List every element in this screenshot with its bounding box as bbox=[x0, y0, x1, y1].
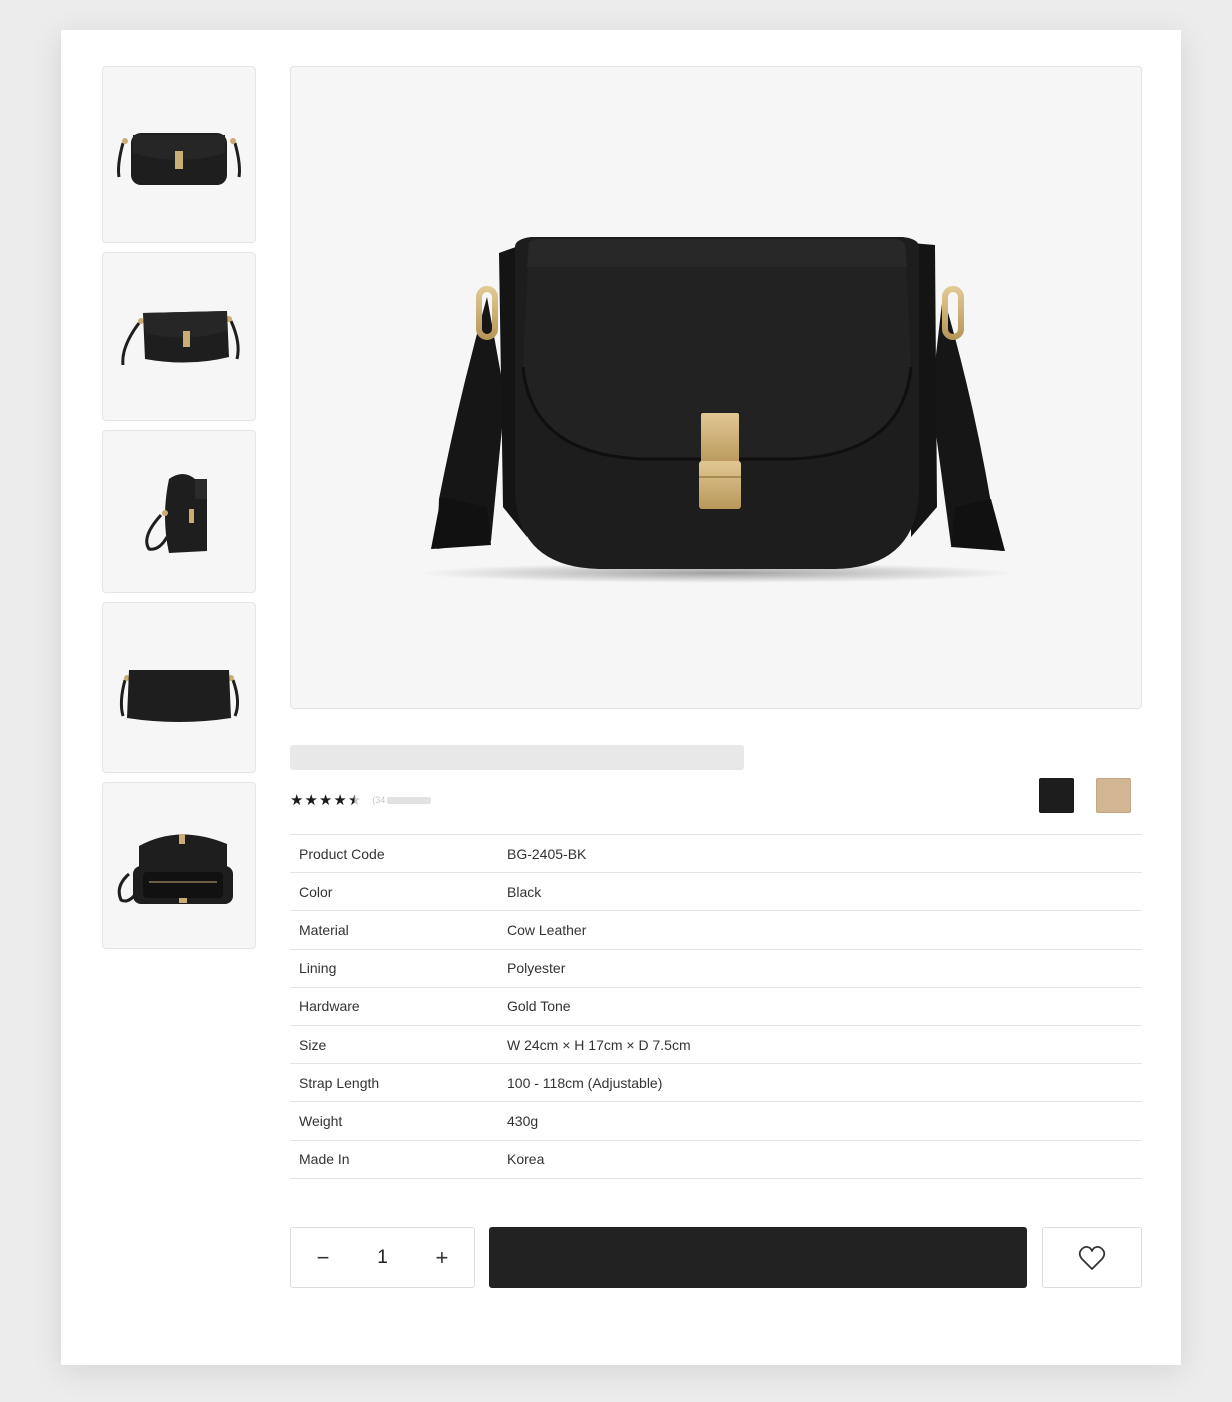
spec-label: Product Code bbox=[299, 845, 385, 862]
product-rating[interactable]: ★ ★ ★ ★ ★ (34 bbox=[290, 790, 432, 810]
spec-value: 430g bbox=[507, 1112, 539, 1129]
quantity-stepper: − 1 + bbox=[290, 1227, 475, 1288]
thumbnail-open[interactable] bbox=[102, 782, 256, 949]
spec-row-material: Material Cow Leather bbox=[290, 911, 1142, 950]
main-product-image bbox=[290, 66, 1142, 709]
spec-row-hardware: Hardware Gold Tone bbox=[290, 988, 1142, 1026]
review-count[interactable]: (34 bbox=[372, 795, 432, 805]
decrease-quantity-button[interactable]: − bbox=[313, 1246, 333, 1269]
handbag-image bbox=[417, 237, 1017, 583]
review-count-prefix: (34 bbox=[372, 795, 386, 805]
star-icon: ★ bbox=[290, 791, 304, 809]
star-icon: ★ bbox=[304, 791, 318, 809]
thumbnail-back[interactable] bbox=[102, 602, 256, 773]
quantity-value[interactable]: 1 bbox=[377, 1247, 388, 1269]
spec-row-weight: Weight 430g bbox=[290, 1102, 1142, 1141]
spec-value: Gold Tone bbox=[507, 998, 571, 1015]
review-count-blurred bbox=[387, 796, 432, 804]
bag-side-image bbox=[145, 473, 207, 553]
black-swatch[interactable] bbox=[1039, 778, 1074, 813]
spec-row-strap-length: Strap Length 100 - 118cm (Adjustable) bbox=[290, 1064, 1142, 1103]
heart-icon bbox=[1078, 1245, 1106, 1270]
spec-row-lining: Lining Polyester bbox=[290, 950, 1142, 988]
thumbnail-angle[interactable] bbox=[102, 252, 256, 421]
product-title-placeholder bbox=[290, 745, 744, 770]
thumbnail-front[interactable] bbox=[102, 66, 256, 243]
spec-row-product-code: Product Code BG-2405-BK bbox=[290, 835, 1142, 874]
spec-value: Polyester bbox=[507, 960, 566, 977]
spec-label: Size bbox=[299, 1036, 327, 1053]
spec-row-made-in: Made In Korea bbox=[290, 1141, 1142, 1179]
spec-label: Made In bbox=[299, 1151, 350, 1168]
spec-table: Product Code BG-2405-BK Color Black Mate… bbox=[290, 834, 1142, 1179]
spec-label: Lining bbox=[299, 960, 337, 977]
star-icon: ★ bbox=[333, 791, 347, 809]
bag-angle-image bbox=[121, 310, 240, 365]
color-swatches bbox=[1039, 778, 1131, 813]
bag-front-image bbox=[117, 132, 241, 185]
half-star-icon: ★ bbox=[347, 791, 362, 809]
beige-swatch[interactable] bbox=[1096, 778, 1131, 813]
product-detail-card: ★ ★ ★ ★ ★ (34 Product Code BG-2405-BK Co… bbox=[61, 30, 1181, 1365]
bag-open-image bbox=[117, 833, 233, 904]
star-icon: ★ bbox=[318, 791, 333, 809]
spec-value: BG-2405-BK bbox=[507, 845, 587, 862]
bag-back-image bbox=[119, 669, 240, 722]
spec-label: Material bbox=[299, 921, 349, 938]
add-to-cart-button[interactable] bbox=[489, 1227, 1027, 1288]
spec-label: Weight bbox=[299, 1112, 343, 1129]
spec-row-size: Size W 24cm × H 17cm × D 7.5cm bbox=[290, 1026, 1142, 1065]
spec-row-color: Color Black bbox=[290, 873, 1142, 912]
spec-label: Strap Length bbox=[299, 1074, 380, 1091]
spec-value: Black bbox=[507, 883, 542, 900]
increase-quantity-button[interactable]: + bbox=[432, 1246, 452, 1269]
thumbnail-gallery bbox=[102, 66, 256, 958]
spec-label: Color bbox=[299, 883, 333, 900]
spec-value: W 24cm × H 17cm × D 7.5cm bbox=[507, 1036, 691, 1053]
spec-value: Cow Leather bbox=[507, 921, 587, 938]
spec-label: Hardware bbox=[299, 998, 360, 1015]
thumbnail-side[interactable] bbox=[102, 430, 256, 593]
spec-value: Korea bbox=[507, 1151, 545, 1168]
spec-value: 100 - 118cm (Adjustable) bbox=[507, 1074, 663, 1091]
wishlist-button[interactable] bbox=[1042, 1227, 1142, 1288]
